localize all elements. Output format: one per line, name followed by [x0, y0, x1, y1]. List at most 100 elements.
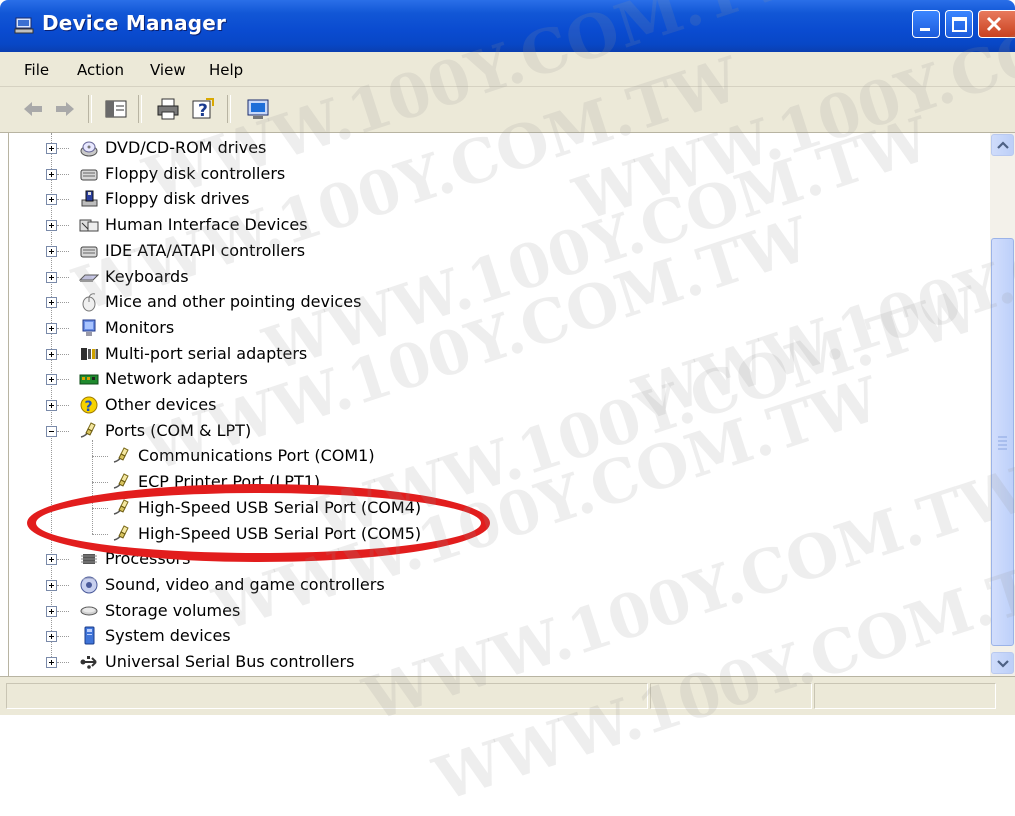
tree-category-item[interactable]: Sound, video and game controllers — [9, 574, 969, 598]
controller-icon — [80, 246, 98, 258]
expand-icon[interactable] — [46, 194, 57, 206]
scroll-up-button[interactable] — [991, 134, 1014, 156]
keyboard-icon — [79, 274, 99, 282]
scroll-down-button[interactable] — [991, 652, 1014, 674]
tree-item-label: IDE ATA/ATAPI controllers — [105, 240, 306, 260]
toolbar: ? — [0, 87, 1015, 133]
toolbar-separator — [227, 95, 231, 123]
tree-item-label: Monitors — [105, 317, 175, 337]
network-card-icon — [79, 374, 99, 385]
tree-category-item[interactable]: Keyboards — [9, 266, 969, 290]
tree-category-item[interactable]: Floppy disk controllers — [9, 163, 969, 187]
processor-icon — [81, 554, 97, 565]
minimize-button[interactable] — [912, 10, 940, 38]
expand-icon[interactable] — [46, 322, 57, 334]
tree-connector-line — [57, 430, 69, 432]
expand-icon[interactable] — [46, 554, 57, 566]
expand-icon[interactable] — [46, 605, 57, 617]
close-button[interactable] — [978, 10, 1015, 38]
tree-category-item[interactable]: DVD/CD-ROM drives — [9, 137, 969, 161]
tree-connector-line — [57, 173, 69, 175]
tree-item-label: Sound, video and game controllers — [105, 574, 385, 594]
tree-category-item[interactable]: Network adapters — [9, 368, 969, 392]
tree-connector-line — [57, 148, 69, 149]
expand-icon[interactable] — [46, 579, 57, 591]
expand-icon[interactable] — [46, 220, 57, 232]
monitor-icon — [82, 319, 96, 336]
expand-icon[interactable] — [46, 168, 57, 180]
tree-category-item[interactable]: Monitors — [9, 317, 969, 341]
tree-connector-line — [57, 584, 69, 586]
menu-help[interactable]: Help — [209, 61, 243, 79]
back-arrow-icon[interactable] — [20, 96, 46, 122]
sound-icon — [80, 576, 98, 594]
svg-text:?: ? — [198, 101, 208, 121]
collapse-icon[interactable] — [46, 425, 57, 437]
tree-item-label: Network adapters — [105, 369, 248, 389]
tree-item-label: System devices — [105, 626, 231, 646]
show-hide-console-tree-icon[interactable] — [103, 96, 129, 122]
expand-icon[interactable] — [46, 374, 57, 386]
device-tree[interactable]: DVD/CD-ROM drives Floppy disk controllers… — [8, 133, 991, 676]
expand-icon[interactable] — [46, 348, 57, 360]
vertical-scrollbar[interactable] — [990, 133, 1015, 676]
expand-icon[interactable] — [46, 271, 57, 283]
cd-drive-icon — [80, 141, 98, 157]
help-icon[interactable]: ? — [190, 96, 216, 122]
expand-icon[interactable] — [46, 143, 57, 154]
tree-category-item[interactable]: Storage volumes — [9, 600, 969, 624]
tree-connector-line — [57, 353, 69, 355]
tree-connector-line — [57, 199, 69, 201]
tree-category-item[interactable]: Ports (COM & LPT) — [9, 420, 969, 444]
tree-connector-line — [57, 610, 69, 612]
status-cell — [6, 683, 648, 709]
tree-connector-line — [57, 225, 69, 227]
tree-item-label: Other devices — [105, 395, 217, 414]
port-connector-icon — [80, 422, 96, 438]
menu-file[interactable]: File — [24, 61, 49, 79]
status-cell — [650, 683, 812, 709]
status-bar — [0, 676, 1015, 715]
floppy-drive-icon — [81, 190, 98, 207]
menu-bar: File Action View Help — [0, 52, 1015, 87]
usb-icon — [80, 656, 97, 669]
forward-arrow-icon[interactable] — [52, 96, 78, 122]
storage-volume-icon — [80, 606, 98, 616]
title-bar[interactable]: Device Manager — [0, 0, 1015, 52]
tree-child-item[interactable]: Communications Port (COM1) — [9, 445, 969, 469]
tree-category-item[interactable]: IDE ATA/ATAPI controllers — [9, 240, 969, 264]
status-cell — [814, 683, 996, 709]
tree-category-item[interactable]: Floppy disk drives — [9, 188, 969, 212]
scrollbar-thumb[interactable] — [991, 238, 1014, 646]
tree-category-item[interactable]: ? Other devices — [9, 394, 969, 418]
controller-icon — [80, 169, 98, 181]
tree-item-label: Human Interface Devices — [105, 215, 308, 235]
print-icon[interactable] — [155, 96, 181, 122]
tree-connector-line — [57, 276, 69, 278]
menu-view[interactable]: View — [150, 61, 186, 79]
tree-item-label: Ports (COM & LPT) — [105, 420, 252, 440]
tree-connector-line — [92, 482, 108, 484]
tree-item-label: DVD/CD-ROM drives — [105, 138, 267, 157]
tree-connector-line — [57, 327, 69, 329]
device-manager-icon — [14, 17, 34, 34]
tree-category-item[interactable]: Multi-port serial adapters — [9, 343, 969, 367]
tree-category-item[interactable]: System devices — [9, 625, 969, 649]
port-connector-icon — [113, 473, 129, 489]
tree-item-label: Multi-port serial adapters — [105, 343, 308, 363]
tree-category-item[interactable]: Mice and other pointing devices — [9, 291, 969, 315]
tree-category-item[interactable]: Human Interface Devices — [9, 214, 969, 238]
tree-category-item[interactable]: Universal Serial Bus controllers — [9, 651, 969, 675]
expand-icon[interactable] — [46, 631, 57, 643]
maximize-button[interactable] — [945, 10, 973, 38]
properties-monitor-icon[interactable] — [245, 96, 271, 122]
expand-icon[interactable] — [46, 657, 57, 668]
expand-icon[interactable] — [46, 297, 57, 309]
window-title: Device Manager — [42, 11, 227, 35]
svg-text:?: ? — [85, 399, 93, 415]
tree-item-label: Keyboards — [105, 266, 189, 286]
unknown-device-icon: ? — [80, 396, 98, 415]
expand-icon[interactable] — [46, 245, 57, 257]
expand-icon[interactable] — [46, 400, 57, 411]
menu-action[interactable]: Action — [77, 61, 124, 79]
